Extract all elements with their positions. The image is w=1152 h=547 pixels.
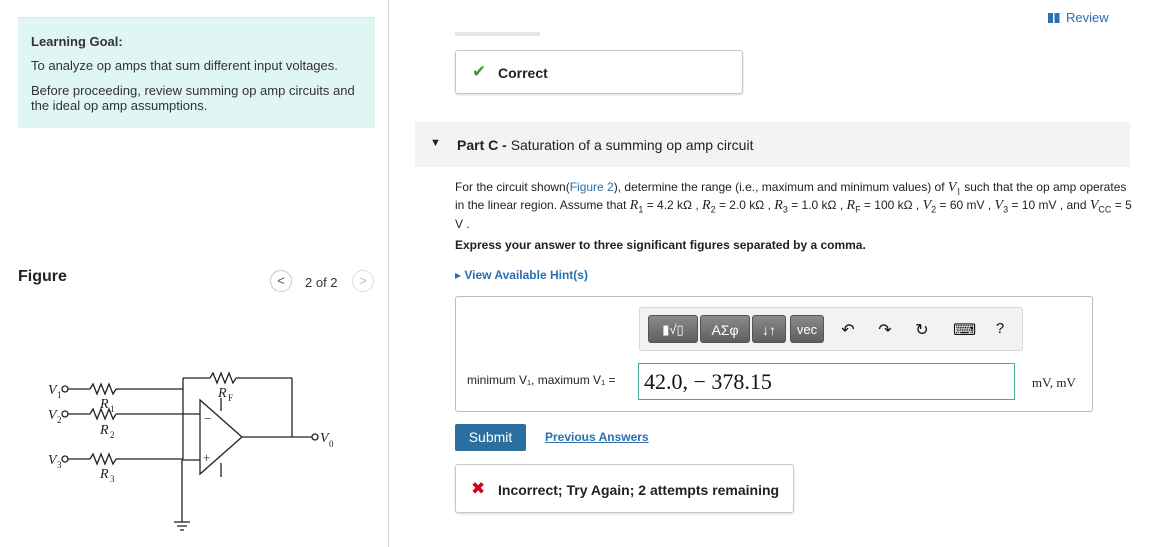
rf-value: = 100 kΩ , — [860, 198, 923, 213]
r3-symbol: R — [774, 198, 783, 214]
figure-prev-button[interactable]: < — [270, 270, 292, 292]
v3-symbol: V — [994, 198, 1004, 214]
part-prefix: Part C - — [457, 137, 511, 153]
r1-label: R — [99, 397, 109, 412]
template-button[interactable]: ▮√▯ — [648, 315, 698, 343]
incorrect-label: Incorrect; Try Again; 2 attempts remaini… — [498, 482, 780, 498]
review-link[interactable]: Review — [1048, 10, 1109, 25]
part-c-title: Part C - Saturation of a summing op amp … — [457, 137, 753, 153]
sort-button[interactable]: ↓↑ — [752, 315, 786, 343]
r1-value: = 4.2 kΩ , — [643, 198, 703, 213]
view-hints-link[interactable]: ▸ View Available Hint(s) — [455, 268, 588, 282]
learning-goal-text: To analyze op amps that sum different in… — [31, 58, 338, 73]
correct-label: Correct — [498, 65, 548, 81]
r3-label: R — [99, 467, 109, 482]
greek-symbols-button[interactable]: ΑΣφ — [700, 315, 750, 343]
reset-icon[interactable]: ↻ — [912, 320, 932, 340]
noninverting-input-sign: + — [203, 450, 210, 465]
vcc-symbol-sub: CC — [1098, 204, 1112, 215]
incorrect-feedback: ✖ Incorrect; Try Again; 2 attempts remai… — [455, 464, 794, 513]
answer-label: minimum V₁, maximum V₁ = — [467, 373, 616, 387]
answer-instructions: Express your answer to three significant… — [455, 238, 866, 252]
figure-2-link[interactable]: Figure 2 — [570, 180, 614, 194]
collapse-arrow-icon[interactable]: ▼ — [430, 137, 441, 149]
vector-button[interactable]: vec — [790, 315, 824, 343]
v2-symbol: V — [922, 198, 932, 214]
checkmark-icon: ✔ — [472, 62, 487, 81]
r3-value: = 1.0 kΩ , — [787, 198, 847, 213]
r2-symbol: R — [702, 198, 711, 214]
problem-text-2: ), determine the range (i.e., maximum an… — [613, 180, 948, 194]
previous-answers-link[interactable]: Previous Answers — [545, 430, 649, 444]
problem-text-1: For the circuit shown( — [455, 180, 570, 194]
v2-sub-label: 2 — [57, 415, 62, 425]
v3-value: = 10 mV , and — [1008, 198, 1090, 213]
answer-input[interactable]: 42.0, − 378.15 — [638, 363, 1015, 400]
v1-sub-label: 1 — [57, 390, 62, 400]
inverting-input-sign: − — [204, 411, 211, 426]
problem-statement: For the circuit shown(Figure 2), determi… — [455, 180, 1135, 231]
vo-terminal — [311, 433, 319, 441]
left-panel: Learning Goal: To analyze op amps that s… — [0, 0, 389, 547]
r3-resistor — [89, 452, 117, 466]
figure-next-button[interactable]: > — [352, 270, 374, 292]
undo-icon[interactable]: ↶ — [838, 320, 858, 340]
summing-op-amp-circuit: V 1 V 2 V 3 R 1 R 2 R 3 R F V 0 − + — [48, 371, 334, 531]
review-label: Review — [1066, 10, 1109, 25]
rf-symbol: R — [846, 198, 856, 214]
r2-label: R — [99, 423, 109, 438]
v2-terminal — [61, 410, 69, 418]
learning-goal-title: Learning Goal: — [31, 34, 123, 49]
rf-sub-label: F — [228, 393, 233, 403]
r1-sub-label: 1 — [110, 404, 115, 414]
submit-button[interactable]: Submit — [455, 424, 526, 451]
figure-label: Figure — [18, 268, 67, 285]
r2-sub-label: 2 — [110, 430, 115, 440]
help-icon[interactable]: ? — [990, 320, 1010, 337]
v3-sub-label: 3 — [57, 460, 62, 470]
redo-icon[interactable]: ↷ — [875, 320, 895, 340]
part-name: Saturation of a summing op amp circuit — [510, 137, 754, 153]
v2-value: = 60 mV , — [936, 198, 995, 213]
part-c-header[interactable]: ▼ Part C - Saturation of a summing op am… — [415, 122, 1130, 167]
keyboard-icon[interactable]: ⌨ — [953, 320, 976, 340]
figure-counter: 2 of 2 — [305, 275, 338, 290]
previous-part-bar — [455, 32, 540, 36]
review-icon — [1048, 13, 1060, 23]
correct-feedback: ✔ Correct — [455, 50, 743, 94]
math-toolbar: ▮√▯ ΑΣφ ↓↑ vec ↶ ↷ ↻ ⌨ ? — [639, 307, 1023, 351]
learning-goal-note: Before proceeding, review summing op amp… — [31, 83, 355, 113]
r1-resistor — [89, 382, 117, 396]
r2-value: = 2.0 kΩ , — [715, 198, 775, 213]
vo-sub-label: 0 — [329, 439, 334, 449]
r3-sub-label: 3 — [110, 474, 115, 484]
rf-label: R — [217, 386, 227, 401]
v3-terminal — [61, 455, 69, 463]
rf-resistor — [209, 371, 237, 385]
answer-units: mV, mV — [1032, 375, 1076, 390]
learning-goal-box: Learning Goal: To analyze op amps that s… — [18, 17, 375, 128]
v1-terminal — [61, 385, 69, 393]
incorrect-x-icon: ✖ — [471, 479, 486, 498]
